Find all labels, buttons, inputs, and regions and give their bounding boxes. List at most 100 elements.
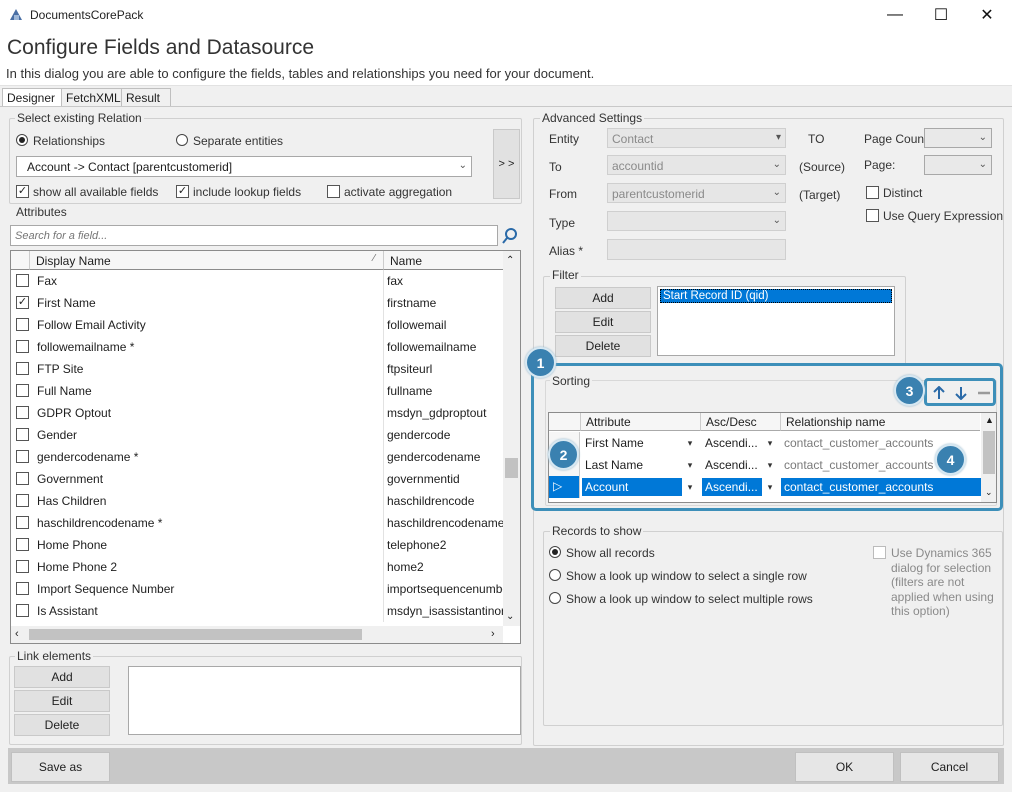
attribute-checkbox[interactable]: [16, 604, 29, 617]
sort-scroll-thumb[interactable]: [983, 431, 995, 474]
relation-expand-button[interactable]: > >: [493, 129, 520, 199]
show-all-fields-checkbox[interactable]: ✓: [16, 185, 29, 198]
multiple-rows-radio[interactable]: [549, 592, 561, 604]
distinct-checkbox[interactable]: [866, 186, 879, 199]
table-row[interactable]: Full Name fullname: [11, 380, 503, 402]
attribute-checkbox[interactable]: [16, 538, 29, 551]
attribute-checkbox[interactable]: [16, 318, 29, 331]
attribute-search-input[interactable]: [10, 225, 498, 246]
attribute-checkbox[interactable]: [16, 450, 29, 463]
chevron-down-icon[interactable]: ▾: [763, 479, 777, 495]
table-row[interactable]: followemailname * followemailname: [11, 336, 503, 358]
attributes-grid[interactable]: Display Name ⁄ Name Fax fax ✓ First Name fir…: [10, 250, 521, 644]
sorting-grid[interactable]: Attribute Asc/Desc Relationship name Fir…: [548, 412, 997, 503]
vertical-scrollbar[interactable]: ⌃ ⌄: [503, 251, 520, 626]
attribute-checkbox[interactable]: ✓: [16, 296, 29, 309]
sort-attribute-cell[interactable]: Last Name: [582, 456, 682, 474]
table-row[interactable]: haschildrencodename * haschildrencodename: [11, 512, 504, 534]
include-lookup-checkbox[interactable]: ✓: [176, 185, 189, 198]
sort-attribute-cell[interactable]: First Name: [582, 434, 682, 452]
attribute-checkbox[interactable]: [16, 560, 29, 573]
dynamics-dialog-checkbox[interactable]: [873, 546, 886, 559]
attribute-checkbox[interactable]: [16, 362, 29, 375]
table-row[interactable]: GDPR Optout msdyn_gdproptout: [11, 402, 503, 424]
scroll-up-icon[interactable]: ▲: [985, 415, 994, 425]
sort-row[interactable]: Last Name ▾ Ascendi... ▾ contact_customer_ac…: [549, 454, 981, 476]
relationships-radio[interactable]: [16, 134, 28, 146]
relation-select[interactable]: Account -> Contact [parentcustomerid] ⌄: [16, 156, 472, 177]
scroll-right-icon[interactable]: ›: [491, 628, 495, 640]
remove-icon[interactable]: [977, 386, 991, 400]
attribute-checkbox[interactable]: [16, 472, 29, 485]
table-row[interactable]: gendercodename * gendercodename: [11, 446, 503, 468]
separate-entities-radio[interactable]: [176, 134, 188, 146]
link-elements-list[interactable]: [128, 666, 521, 735]
sort-row[interactable]: First Name ▾ Ascendi... ▾ contact_customer_a…: [549, 432, 981, 454]
attribute-checkbox[interactable]: [16, 516, 29, 529]
type-select[interactable]: ⌄: [607, 211, 786, 231]
move-down-icon[interactable]: [954, 386, 968, 400]
sort-order-cell[interactable]: Ascendi...: [702, 434, 762, 452]
link-delete-button[interactable]: Delete: [14, 714, 110, 736]
filter-edit-button[interactable]: Edit: [555, 311, 651, 333]
attribute-checkbox[interactable]: [16, 582, 29, 595]
table-row[interactable]: Gender gendercode: [11, 424, 503, 446]
use-query-expression-checkbox[interactable]: [866, 209, 879, 222]
attribute-checkbox[interactable]: [16, 340, 29, 353]
chevron-down-icon[interactable]: ▾: [683, 479, 697, 495]
ok-button[interactable]: OK: [795, 752, 894, 782]
maximize-button[interactable]: ☐: [918, 0, 964, 30]
minimize-button[interactable]: —: [872, 0, 918, 30]
vertical-scroll-thumb[interactable]: [505, 458, 518, 478]
attribute-checkbox[interactable]: [16, 384, 29, 397]
attribute-checkbox[interactable]: [16, 428, 29, 441]
sort-row[interactable]: ▷ Account ▾ Ascendi... ▾ contact_customer_acc…: [549, 476, 981, 498]
scroll-up-icon[interactable]: ⌃: [506, 255, 514, 266]
chevron-down-icon[interactable]: ▾: [683, 435, 697, 451]
link-add-button[interactable]: Add: [14, 666, 110, 688]
scroll-down-icon[interactable]: ⌄: [506, 611, 514, 622]
filter-add-button[interactable]: Add: [555, 287, 651, 309]
attribute-checkbox[interactable]: [16, 406, 29, 419]
scroll-left-icon[interactable]: ‹: [15, 628, 19, 640]
page-select[interactable]: ⌄: [924, 155, 992, 175]
filter-delete-button[interactable]: Delete: [555, 335, 651, 357]
sort-order-cell[interactable]: Ascendi...: [702, 456, 762, 474]
page-count-select[interactable]: ⌄: [924, 128, 992, 148]
table-row[interactable]: ✓ First Name firstname: [11, 292, 503, 314]
chevron-down-icon[interactable]: ▾: [763, 457, 777, 473]
sort-vertical-scrollbar[interactable]: ▲ ⌄: [981, 413, 996, 502]
relationship-column-header[interactable]: Relationship name: [780, 413, 980, 431]
from-select[interactable]: parentcustomerid ⌄: [607, 183, 786, 203]
ascdesc-column-header[interactable]: Asc/Desc: [700, 413, 780, 431]
table-row[interactable]: Follow Email Activity followemail: [11, 314, 503, 336]
table-row[interactable]: Home Phone 2 home2: [11, 556, 503, 578]
table-row[interactable]: Fax fax: [11, 270, 503, 292]
row-selector[interactable]: ▷: [549, 476, 580, 498]
sort-attribute-cell[interactable]: Account: [582, 478, 682, 496]
horizontal-scrollbar[interactable]: ‹ ›: [11, 626, 503, 643]
attribute-column-header[interactable]: Attribute: [580, 413, 700, 431]
search-icon[interactable]: [501, 227, 519, 245]
filter-list-item[interactable]: Start Record ID (qid): [660, 289, 892, 303]
single-row-radio[interactable]: [549, 569, 561, 581]
display-name-column-header[interactable]: Display Name ⁄: [29, 251, 383, 270]
alias-input[interactable]: [607, 239, 786, 260]
tab-result[interactable]: Result: [121, 88, 171, 107]
chevron-down-icon[interactable]: ▾: [763, 435, 777, 451]
entity-select[interactable]: Contact ▾: [607, 128, 786, 148]
table-row[interactable]: Is Assistant msdyn_isassistantinorg: [11, 600, 505, 622]
link-edit-button[interactable]: Edit: [14, 690, 110, 712]
tab-designer[interactable]: Designer: [2, 88, 62, 107]
name-column-header[interactable]: Name: [383, 251, 503, 270]
horizontal-scroll-thumb[interactable]: [29, 629, 362, 640]
show-all-records-radio[interactable]: [549, 546, 561, 558]
cancel-button[interactable]: Cancel: [900, 752, 999, 782]
filter-list[interactable]: Start Record ID (qid): [657, 286, 895, 356]
close-button[interactable]: ✕: [964, 0, 1010, 30]
table-row[interactable]: Import Sequence Number importsequencenumb…: [11, 578, 505, 600]
tab-fetchxml[interactable]: FetchXML: [61, 88, 122, 107]
move-up-icon[interactable]: [932, 386, 946, 400]
table-row[interactable]: Has Children haschildrencode: [11, 490, 503, 512]
chevron-down-icon[interactable]: ▾: [683, 457, 697, 473]
